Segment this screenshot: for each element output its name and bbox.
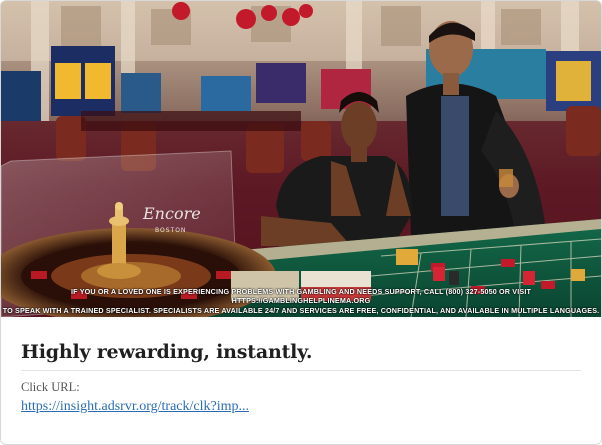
ad-text-section: Highly rewarding, instantly. Click URL: … <box>21 317 581 415</box>
click-url-label: Click URL: <box>21 380 80 394</box>
disclaimer-line-1: IF YOU OR A LOVED ONE IS EXPERIENCING PR… <box>70 286 532 306</box>
encore-logo: Encore <box>142 204 201 223</box>
ad-headline: Highly rewarding, instantly. <box>21 341 313 363</box>
gambling-disclaimer: IF YOU OR A LOVED ONE IS EXPERIENCING PR… <box>1 287 601 316</box>
encore-logo-subtext: BOSTON <box>155 227 186 234</box>
disclaimer-line-2: TO SPEAK WITH A TRAINED SPECIALIST. SPEC… <box>2 305 600 315</box>
divider <box>21 370 581 371</box>
ad-card: Encore BOSTON IF YOU OR A LOVED ONE IS E… <box>0 0 602 445</box>
ad-banner-image[interactable]: Encore BOSTON IF YOU OR A LOVED ONE IS E… <box>1 1 601 317</box>
click-url-link[interactable]: https://insight.adsrvr.org/track/clk?imp… <box>21 399 249 415</box>
casino-scene: Encore BOSTON <box>1 1 601 317</box>
